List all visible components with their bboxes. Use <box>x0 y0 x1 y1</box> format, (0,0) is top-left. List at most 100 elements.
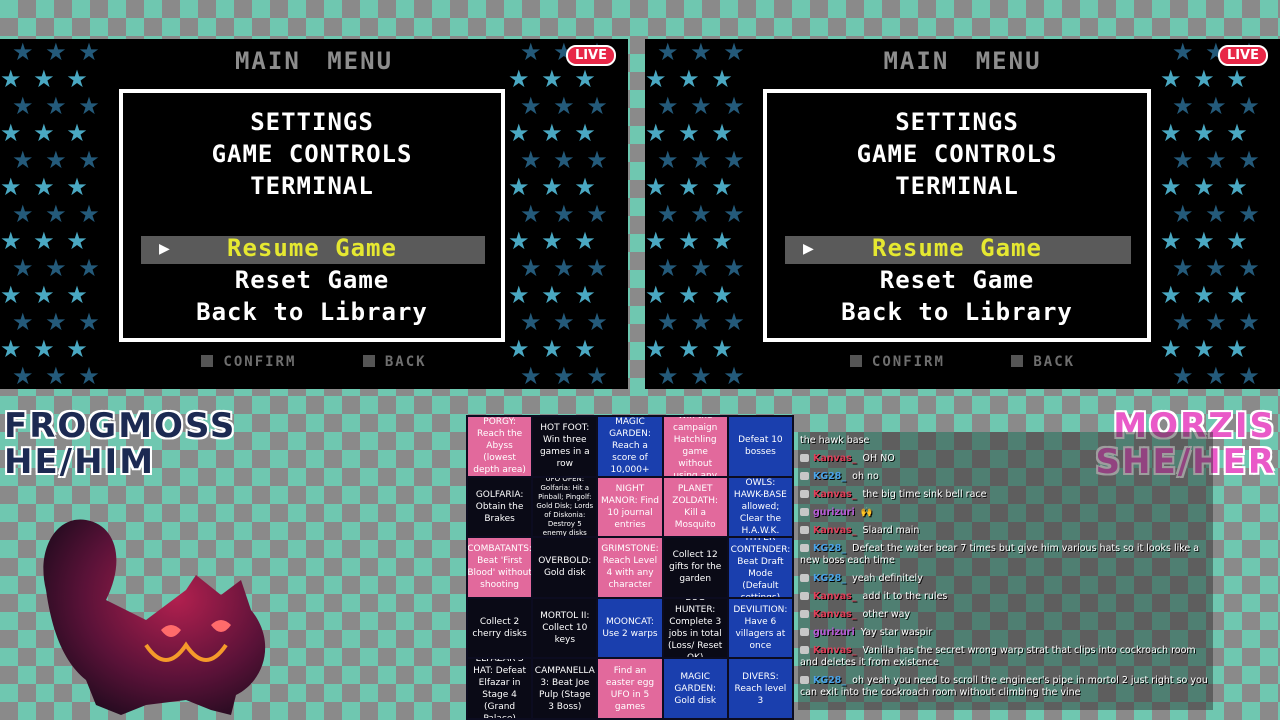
bingo-cell: CYBER OWLS: HAWK-BASE allowed; Clear the… <box>728 477 792 537</box>
bingo-cell: Collect 2 cherry disks <box>468 598 532 658</box>
bingo-cell: MORTOL II: Collect 10 keys <box>533 598 597 658</box>
chat-username[interactable]: gurizuri <box>813 507 855 518</box>
chat-username[interactable]: KG28_ <box>813 471 846 482</box>
menu-item-terminal[interactable]: TERMINAL <box>767 172 1147 200</box>
menu-item-back-to-library[interactable]: Back to Library <box>767 298 1147 326</box>
menu-item-resume-game[interactable]: Resume Game <box>123 234 501 262</box>
star-row: ★ ★ ★ <box>12 200 102 228</box>
star-row: ★ ★ ★ <box>1160 281 1250 309</box>
bingo-cell: Collect 12 gifts for the garden <box>663 538 727 597</box>
chat-badge-icon <box>800 646 809 654</box>
space-key-icon <box>849 355 862 367</box>
star-row: ★ ★ ★ <box>12 146 102 174</box>
star-row: ★ ★ ★ <box>1160 119 1250 147</box>
main-menu-box: SETTINGS GAME CONTROLS TERMINAL ▶ Resume… <box>763 89 1151 342</box>
chat-username[interactable]: Kanvas_ <box>813 525 857 536</box>
live-badge: LIVE <box>1217 45 1268 66</box>
star-pattern-left: ★ ★ ★ ★ ★ ★ ★ ★ ★ ★ ★ ★ ★ ★ ★ ★ ★ ★ ★ ★ ★ ★ ★ ★… <box>0 39 120 389</box>
confirm-hint: CONFIRM <box>201 354 296 370</box>
menu-item-reset-game[interactable]: Reset Game <box>123 266 501 294</box>
star-row: ★ ★ ★ <box>645 173 735 201</box>
star-row: ★ ★ ★ <box>645 281 735 309</box>
star-row: ★ ★ ★ <box>657 254 747 282</box>
bingo-cell: Defeat 10 bosses <box>728 417 792 476</box>
chat-text: the big time sink bell race <box>862 489 987 500</box>
chat-username[interactable]: Kanvas_ <box>813 645 857 656</box>
chat-message: Kanvas_ Slaard main <box>800 522 1211 540</box>
backspace-key-icon <box>1011 355 1024 367</box>
menu-item-game-controls[interactable]: GAME CONTROLS <box>123 140 501 168</box>
chat-username[interactable]: KG28_ <box>813 675 846 686</box>
star-pattern-right: ★ ★ ★ ★ ★ ★ ★ ★ ★ ★ ★ ★ ★ ★ ★ ★ ★ ★ ★ ★ ★ ★ ★ ★… <box>1160 39 1280 389</box>
chat-badge-icon <box>800 574 809 582</box>
star-row: ★ ★ ★ <box>1172 308 1262 336</box>
menu-item-settings[interactable]: SETTINGS <box>123 108 501 136</box>
star-row: ★ ★ ★ <box>520 146 610 174</box>
menu-item-back-to-library[interactable]: Back to Library <box>123 298 501 326</box>
star-row: ★ ★ ★ <box>1160 227 1250 255</box>
chat-text: 🙌 <box>860 507 873 518</box>
chat-message: KG28_ yeah definitely <box>800 570 1211 588</box>
chat-username[interactable]: Kanvas_ <box>813 453 857 464</box>
bingo-cell: AVIANOS: Win the campaign Hatchling game… <box>663 417 727 476</box>
star-row: ★ ★ ★ <box>0 281 90 309</box>
chat-username[interactable]: gurizuri <box>813 627 855 638</box>
chat-text: yeah definitely <box>852 573 923 584</box>
menu-title: MAIN MENU <box>883 47 1042 75</box>
back-hint: BACK <box>1011 354 1075 370</box>
bingo-cell: DIVERS: Reach level 3 <box>728 659 792 718</box>
player-left-name: FROGMOSS <box>4 406 237 446</box>
chat-username[interactable]: KG28_ <box>813 543 846 554</box>
star-row: ★ ★ ★ <box>1172 254 1262 282</box>
star-row: ★ ★ ★ <box>520 92 610 120</box>
star-row: ★ ★ ★ <box>0 173 90 201</box>
star-row: ★ ★ ★ <box>1172 146 1262 174</box>
chat-badge-icon <box>800 628 809 636</box>
chat-text: Yay star waspir <box>860 627 933 638</box>
bingo-cell: MAGIC GARDEN: Reach a score of 10,000+ <box>598 417 662 476</box>
chat-message: Kanvas_ Vanilla has the secret wrong warp… <box>800 642 1211 672</box>
chat-text: oh yeah you need to scroll the engineer'… <box>800 675 1208 698</box>
star-row: ★ ★ ★ <box>508 227 598 255</box>
star-pattern-left: ★ ★ ★ ★ ★ ★ ★ ★ ★ ★ ★ ★ ★ ★ ★ ★ ★ ★ ★ ★ ★ ★ ★ ★… <box>645 39 765 389</box>
chat-text: add it to the rules <box>862 591 948 602</box>
chat-badge-icon <box>800 592 809 600</box>
chat-badge-icon <box>800 544 809 552</box>
star-row: ★ ★ ★ <box>508 281 598 309</box>
menu-item-terminal[interactable]: TERMINAL <box>123 172 501 200</box>
chat-badge-icon <box>800 526 809 534</box>
chat-message: KG28_ oh no <box>800 468 1211 486</box>
x-key-icon <box>362 355 375 367</box>
chat-badge-icon <box>800 610 809 618</box>
chat-username[interactable]: Kanvas_ <box>813 591 857 602</box>
menu-item-reset-game[interactable]: Reset Game <box>767 266 1147 294</box>
menu-footer-hints: CONFIRM BACK <box>645 354 1280 370</box>
chat-message: gurizuri Yay star waspir <box>800 624 1211 642</box>
menu-footer-hints: CONFIRM BACK <box>0 354 628 370</box>
star-row: ★ ★ ★ <box>520 200 610 228</box>
chat-text: oh no <box>852 471 879 482</box>
bingo-cell: COMBATANTS: Beat 'First Blood' without s… <box>468 538 532 597</box>
chat-message: KG28_ oh yeah you need to scroll the engi… <box>800 672 1211 702</box>
bingo-cell: ELFAZAR'S HAT: Defeat Elfazar in Stage 4… <box>468 659 532 718</box>
chat-message: Kanvas_ add it to the rules <box>800 588 1211 606</box>
chat-username[interactable]: KG28_ <box>813 573 846 584</box>
chat-username[interactable]: Kanvas_ <box>813 609 857 620</box>
bingo-cell: HOT FOOT: Win three games in a row <box>533 417 597 476</box>
bingo-cell: BUG HUNTER: Complete 3 jobs in total (Lo… <box>663 598 727 658</box>
chat-username[interactable]: Kanvas_ <box>813 489 857 500</box>
chat-badge-icon <box>800 472 809 480</box>
chat-text: Defeat the water bear 7 times but give h… <box>800 543 1200 566</box>
chat-badge-icon <box>800 676 809 684</box>
player-left-pronouns: HE/HIM <box>4 442 156 482</box>
chat-badge-icon <box>800 490 809 498</box>
chat-message: KG28_ Defeat the water bear 7 times but g… <box>800 540 1211 570</box>
live-badge: LIVE <box>565 45 616 66</box>
game-screen-right: ★ ★ ★ ★ ★ ★ ★ ★ ★ ★ ★ ★ ★ ★ ★ ★ ★ ★ ★ ★ ★ ★ ★ ★… <box>645 39 1280 389</box>
menu-item-settings[interactable]: SETTINGS <box>767 108 1147 136</box>
bingo-cell: NIGHT MANOR: Find 10 journal entries <box>598 477 662 537</box>
menu-item-game-controls[interactable]: GAME CONTROLS <box>767 140 1147 168</box>
bingo-cell: UFO OPEN: Golfaria: Hit a Pinball; Pingo… <box>533 477 597 537</box>
bingo-cell: CAMPANELLA 3: Beat Joe Pulp (Stage 3 Bos… <box>533 659 597 718</box>
menu-item-resume-game[interactable]: Resume Game <box>767 234 1147 262</box>
